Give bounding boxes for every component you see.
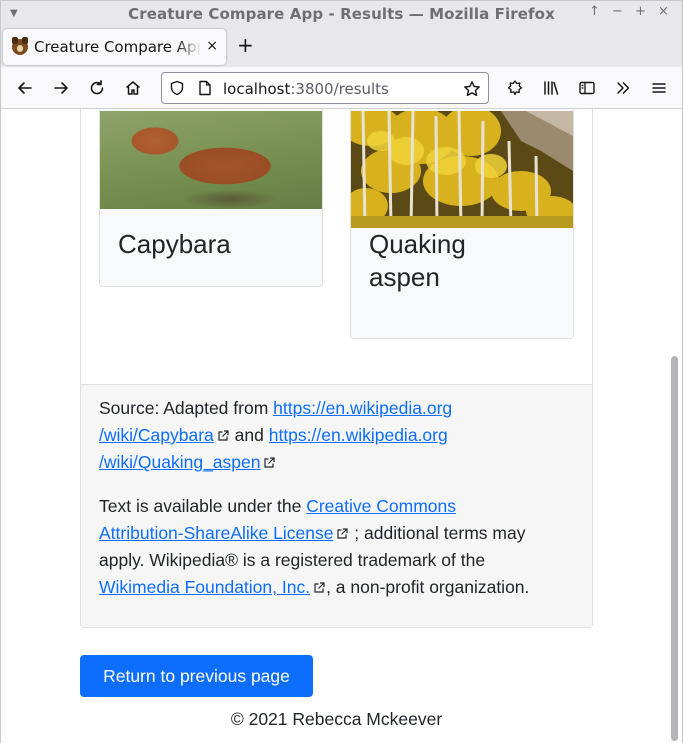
scrollbar-thumb[interactable]: [671, 356, 678, 741]
wikimedia-foundation-link[interactable]: Wikimedia Foundation, Inc.: [99, 577, 310, 597]
page-info-icon[interactable]: [198, 80, 212, 96]
forward-arrow-icon: [54, 82, 68, 94]
window-menu-icon[interactable]: ▼: [10, 8, 18, 19]
return-to-previous-page-button[interactable]: Return to previous page: [80, 655, 313, 697]
cc-license-link-1[interactable]: Creative Commons: [306, 496, 456, 516]
aspen-wiki-link-1[interactable]: https://en.wikipedia.org: [269, 425, 448, 445]
external-link-icon: [264, 457, 276, 468]
window-controls: ↑ − + ×: [588, 4, 670, 19]
new-tab-button[interactable]: +: [237, 35, 254, 55]
source-and: and: [229, 425, 269, 445]
home-icon: [126, 81, 140, 95]
home-button[interactable]: [121, 76, 145, 100]
url-host: localhost: [223, 80, 291, 98]
cc-license-link-2[interactable]: Attribution-ShareAlike License: [99, 523, 333, 543]
scrollbar-track[interactable]: [669, 109, 681, 743]
dog-favicon-icon: [12, 37, 28, 55]
sidebar-icon: [579, 81, 595, 95]
pocket-icon: [507, 80, 523, 96]
sidebar-button[interactable]: [575, 76, 599, 100]
source-prefix: Source: Adapted from: [99, 398, 274, 418]
capybara-wiki-link-1[interactable]: https://en.wikipedia.org: [273, 398, 452, 418]
license-text: Text is available under the Creative Com…: [99, 493, 579, 601]
creature-card-capybara: Capybara: [99, 109, 323, 287]
tab-active[interactable]: Creature Compare App - Results ×: [3, 29, 226, 65]
results-card: Capybara Quaking aspen Source: Adapted f…: [80, 109, 593, 628]
creature-name-quaking-aspen-line2: aspen: [369, 262, 440, 292]
aspen-forest-graphic: [351, 111, 573, 228]
attribution-footer: Source: Adapted from https://en.wikipedi…: [81, 384, 592, 627]
reload-icon: [90, 80, 104, 95]
copyright-footer: © 2021 Rebecca Mckeever: [230, 709, 443, 729]
url-bar[interactable]: localhost:3800/results: [161, 72, 489, 104]
tab-bar: Creature Compare App - Results × +: [0, 27, 683, 67]
forward-button[interactable]: [49, 76, 73, 100]
license-mid: ; additional terms may: [349, 523, 526, 543]
maximize-icon[interactable]: +: [634, 4, 647, 19]
creature-card-quaking-aspen: Quaking aspen: [350, 109, 574, 339]
close-tab-icon[interactable]: ×: [206, 38, 218, 54]
external-link-icon: [314, 582, 325, 593]
license-prefix: Text is available under the: [99, 496, 307, 516]
save-to-pocket-button[interactable]: [503, 76, 527, 100]
back-button[interactable]: [13, 76, 37, 100]
app-menu-button[interactable]: [647, 76, 671, 100]
overflow-menu-button[interactable]: [611, 76, 635, 100]
page-viewport[interactable]: Capybara Quaking aspen Source: Adapted f…: [0, 109, 683, 743]
source-attribution: Source: Adapted from https://en.wikipedi…: [99, 395, 579, 476]
back-arrow-icon: [18, 82, 32, 94]
license-suffix: , a non-profit organization.: [326, 577, 530, 597]
bookmark-star-icon[interactable]: [463, 80, 481, 98]
chevrons-right-icon: [617, 82, 630, 94]
window-titlebar: ▼ Creature Compare App - Results — Mozil…: [0, 0, 683, 27]
close-window-icon[interactable]: ×: [657, 4, 670, 19]
creature-name-quaking-aspen-line1: Quaking: [369, 229, 466, 259]
hamburger-menu-icon: [652, 83, 666, 93]
window-title: Creature Compare App - Results — Mozilla…: [128, 5, 555, 23]
license-line3: apply. Wikipedia® is a registered tradem…: [99, 550, 486, 570]
library-button[interactable]: [539, 76, 563, 100]
quaking-aspen-image: [351, 111, 573, 228]
external-link-icon: [337, 528, 349, 539]
capybara-image: [100, 111, 322, 209]
shield-icon[interactable]: [169, 80, 185, 96]
minimize-icon[interactable]: −: [611, 4, 624, 19]
navigation-bar: localhost:3800/results: [0, 67, 683, 109]
external-link-icon: [218, 430, 229, 441]
maximize-up-icon[interactable]: ↑: [588, 4, 601, 19]
url-text[interactable]: localhost:3800/results: [223, 80, 389, 98]
capybara-wiki-link-2[interactable]: /wiki/Capybara: [99, 425, 214, 445]
library-icon: [544, 81, 559, 95]
aspen-wiki-link-2[interactable]: /wiki/Quaking_aspen: [99, 452, 260, 472]
creature-name-capybara: Capybara: [118, 229, 231, 259]
tab-title: Creature Compare App - Results: [34, 38, 201, 56]
reload-button[interactable]: [85, 76, 109, 100]
url-path: :3800/results: [290, 80, 389, 98]
